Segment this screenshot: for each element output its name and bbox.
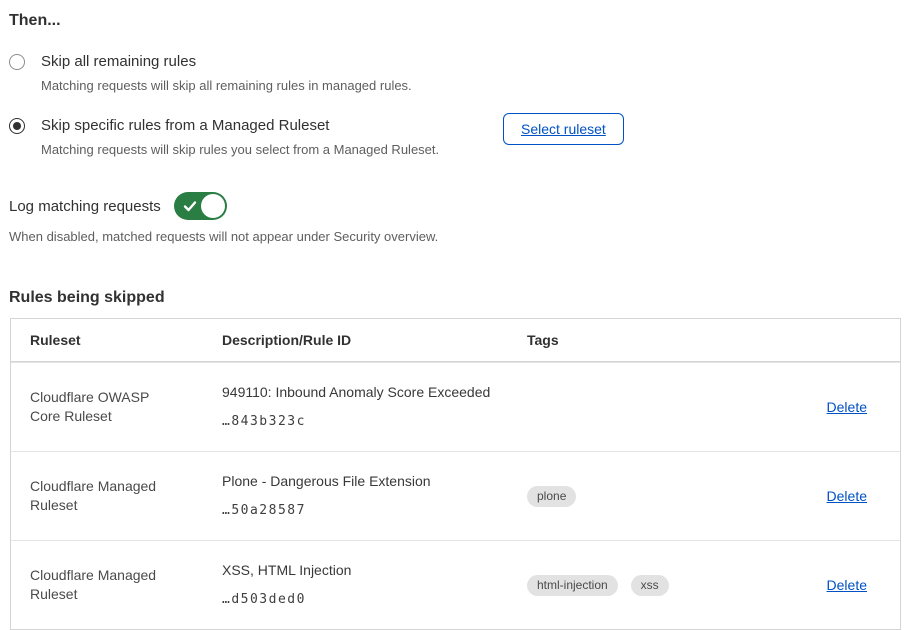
actions-cell: Delete — [761, 378, 900, 437]
rule-description-cell: 949110: Inbound Anomaly Score Exceeded …… — [203, 363, 508, 451]
tag-badge: html-injection — [527, 575, 618, 596]
table-row: Cloudflare Managed Ruleset XSS, HTML Inj… — [11, 540, 900, 629]
ruleset-name: Cloudflare Managed Ruleset — [11, 546, 186, 624]
delete-link[interactable]: Delete — [827, 577, 867, 593]
radio-label-skip-specific[interactable]: Skip specific rules from a Managed Rules… — [41, 117, 503, 135]
actions-cell: Delete — [761, 467, 900, 526]
radio-option-texts: Skip all remaining rules Matching reques… — [41, 53, 412, 94]
column-header-tags: Tags — [508, 319, 761, 361]
radio-label-skip-all[interactable]: Skip all remaining rules — [41, 53, 412, 71]
tags-cell — [508, 387, 761, 427]
column-header-ruleset: Ruleset — [11, 319, 203, 361]
rule-description: 949110: Inbound Anomaly Score Exceeded — [222, 383, 498, 402]
radio-option-texts: Skip specific rules from a Managed Rules… — [41, 117, 503, 158]
tags-cell: plone — [508, 466, 761, 527]
rules-table-title: Rules being skipped — [9, 289, 901, 307]
rule-description-cell: Plone - Dangerous File Extension …50a285… — [203, 452, 508, 540]
tags-cell: html-injection xss — [508, 555, 761, 616]
select-ruleset-button[interactable]: Select ruleset — [503, 113, 624, 145]
radio-option-skip-all[interactable]: Skip all remaining rules Matching reques… — [9, 53, 901, 94]
log-matching-row: Log matching requests — [9, 192, 901, 220]
rule-description-cell: XSS, HTML Injection …d503ded0 — [203, 541, 508, 629]
radio-desc-skip-specific: Matching requests will skip rules you se… — [41, 142, 503, 158]
tag-badge: plone — [527, 486, 576, 507]
column-header-description: Description/Rule ID — [203, 319, 508, 361]
rule-description: XSS, HTML Injection — [222, 561, 498, 580]
waf-rule-action-panel: Then... Skip all remaining rules Matchin… — [0, 0, 911, 630]
rule-id: …d503ded0 — [222, 590, 498, 609]
ruleset-name: Cloudflare Managed Ruleset — [11, 457, 186, 535]
actions-cell: Delete — [761, 556, 900, 615]
rule-id: …50a28587 — [222, 501, 498, 520]
toggle-knob[interactable] — [201, 194, 225, 218]
rules-skipped-table: Ruleset Description/Rule ID Tags Cloudfl… — [10, 318, 901, 630]
then-section-title: Then... — [9, 12, 901, 30]
radio-button-selected-icon[interactable] — [9, 118, 25, 134]
radio-option-skip-specific[interactable]: Skip specific rules from a Managed Rules… — [9, 117, 901, 158]
ruleset-name: Cloudflare OWASP Core Ruleset — [11, 368, 186, 446]
log-toggle-switch[interactable] — [174, 192, 227, 220]
delete-link[interactable]: Delete — [827, 399, 867, 415]
radio-button-icon[interactable] — [9, 54, 25, 70]
log-matching-description: When disabled, matched requests will not… — [9, 229, 901, 245]
log-matching-label: Log matching requests — [9, 198, 161, 215]
table-row: Cloudflare Managed Ruleset Plone - Dange… — [11, 451, 900, 540]
rule-description: Plone - Dangerous File Extension — [222, 472, 498, 491]
column-header-actions — [761, 327, 900, 353]
tag-badge: xss — [631, 575, 669, 596]
checkmark-icon — [183, 199, 197, 213]
table-row: Cloudflare OWASP Core Ruleset 949110: In… — [11, 362, 900, 451]
radio-desc-skip-all: Matching requests will skip all remainin… — [41, 78, 412, 94]
delete-link[interactable]: Delete — [827, 488, 867, 504]
rule-id: …843b323c — [222, 412, 498, 431]
table-header-row: Ruleset Description/Rule ID Tags — [11, 319, 900, 362]
